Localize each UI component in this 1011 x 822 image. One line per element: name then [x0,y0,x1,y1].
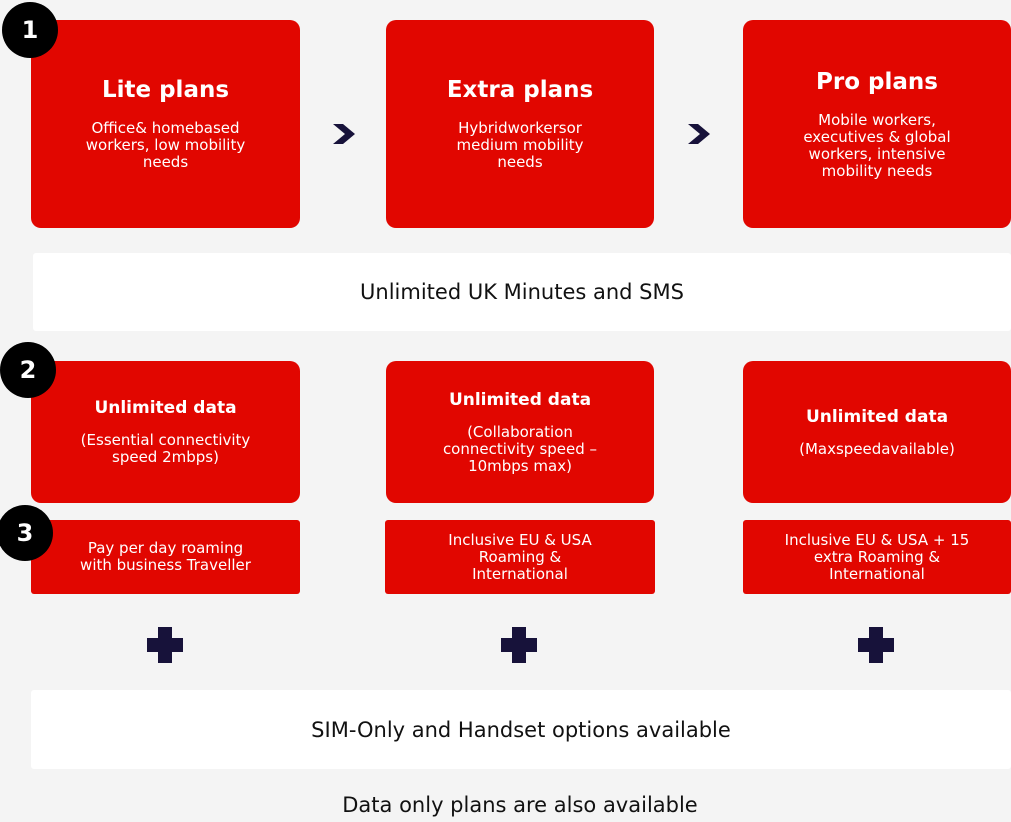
plan-description-line: workers, low mobility [85,136,246,154]
plus-icon [858,627,894,663]
plan-title: Extra plans [446,77,594,103]
plan-description: Mobile workers, executives & global work… [803,110,951,180]
data-description-line: connectivity speed – [442,439,598,458]
plus-icon [147,627,183,663]
data-title: Unlimited data [805,406,949,427]
plan-description-line: executives & global [803,127,951,146]
plan-card-extra: Extra plans Hybridworkersor medium mobil… [386,20,654,228]
data-title: Unlimited data [448,389,592,410]
plan-title: Lite plans [101,77,230,103]
plan-description: Office& homebased workers, low mobility … [86,120,245,171]
data-description-line: speed 2mbps) [112,448,219,466]
data-card-pro: Unlimited data (Maxspeedavailable) [743,361,1011,503]
roaming-description-line: International [829,564,925,583]
data-description-line: (Essential connectivity [80,431,251,449]
plan-description-line: Office& homebased [91,119,240,137]
roaming-description: Pay per day roaming with business Travel… [80,540,251,574]
plan-card-lite: Lite plans Office& homebased workers, lo… [31,20,300,228]
data-description-line: (Collaboration [467,422,573,441]
data-description-line: (Maxspeedavailable) [799,439,955,458]
roaming-description-line: Pay per day roaming [87,539,244,557]
plan-card-pro: Pro plans Mobile workers, executives & g… [743,20,1011,228]
plan-description-line: mobility needs [821,161,933,180]
roaming-description-line: Inclusive EU & USA + 15 [784,530,970,549]
roaming-description: Inclusive EU & USA + 15 extra Roaming & … [784,530,970,583]
roaming-description-line: with business Traveller [80,556,251,574]
plan-description-line: needs [497,153,543,171]
step-badge-1: 1 [2,2,58,58]
plan-description-line: Hybridworkersor [458,119,582,137]
chevron-right-icon [333,124,355,144]
roaming-description-line: International [472,564,568,583]
roaming-card-extra: Inclusive EU & USA Roaming & Internation… [385,520,655,594]
roaming-description-line: Inclusive EU & USA [448,530,592,549]
minutes-banner: Unlimited UK Minutes and SMS [33,253,1011,331]
step-badge-2: 2 [0,342,56,398]
roaming-description-line: extra Roaming & [813,547,941,566]
roaming-description-line: Roaming & [478,547,562,566]
footer-note: Data only plans are also available [342,793,698,817]
plan-title: Pro plans [816,68,938,95]
plan-description: Hybridworkersor medium mobility needs [457,120,584,171]
roaming-card-lite: Pay per day roaming with business Travel… [31,520,300,594]
options-banner: SIM-Only and Handset options available [31,690,1011,769]
roaming-description: Inclusive EU & USA Roaming & Internation… [448,530,592,583]
chevron-right-icon [688,124,710,144]
data-description: (Maxspeedavailable) [799,439,955,458]
plan-description-line: medium mobility [456,136,584,154]
data-description: (Essential connectivity speed 2mbps) [81,432,251,466]
plan-description-line: workers, intensive [808,144,946,163]
data-card-extra: Unlimited data (Collaboration connectivi… [386,361,654,503]
data-title: Unlimited data [94,398,237,418]
data-description: (Collaboration connectivity speed – 10mb… [442,422,598,475]
data-description-line: 10mbps max) [468,456,572,475]
plan-description-line: Mobile workers, [818,110,936,129]
data-card-lite: Unlimited data (Essential connectivity s… [31,361,300,503]
roaming-card-pro: Inclusive EU & USA + 15 extra Roaming & … [743,520,1011,594]
plan-description-line: needs [142,153,189,171]
plus-icon [501,627,537,663]
